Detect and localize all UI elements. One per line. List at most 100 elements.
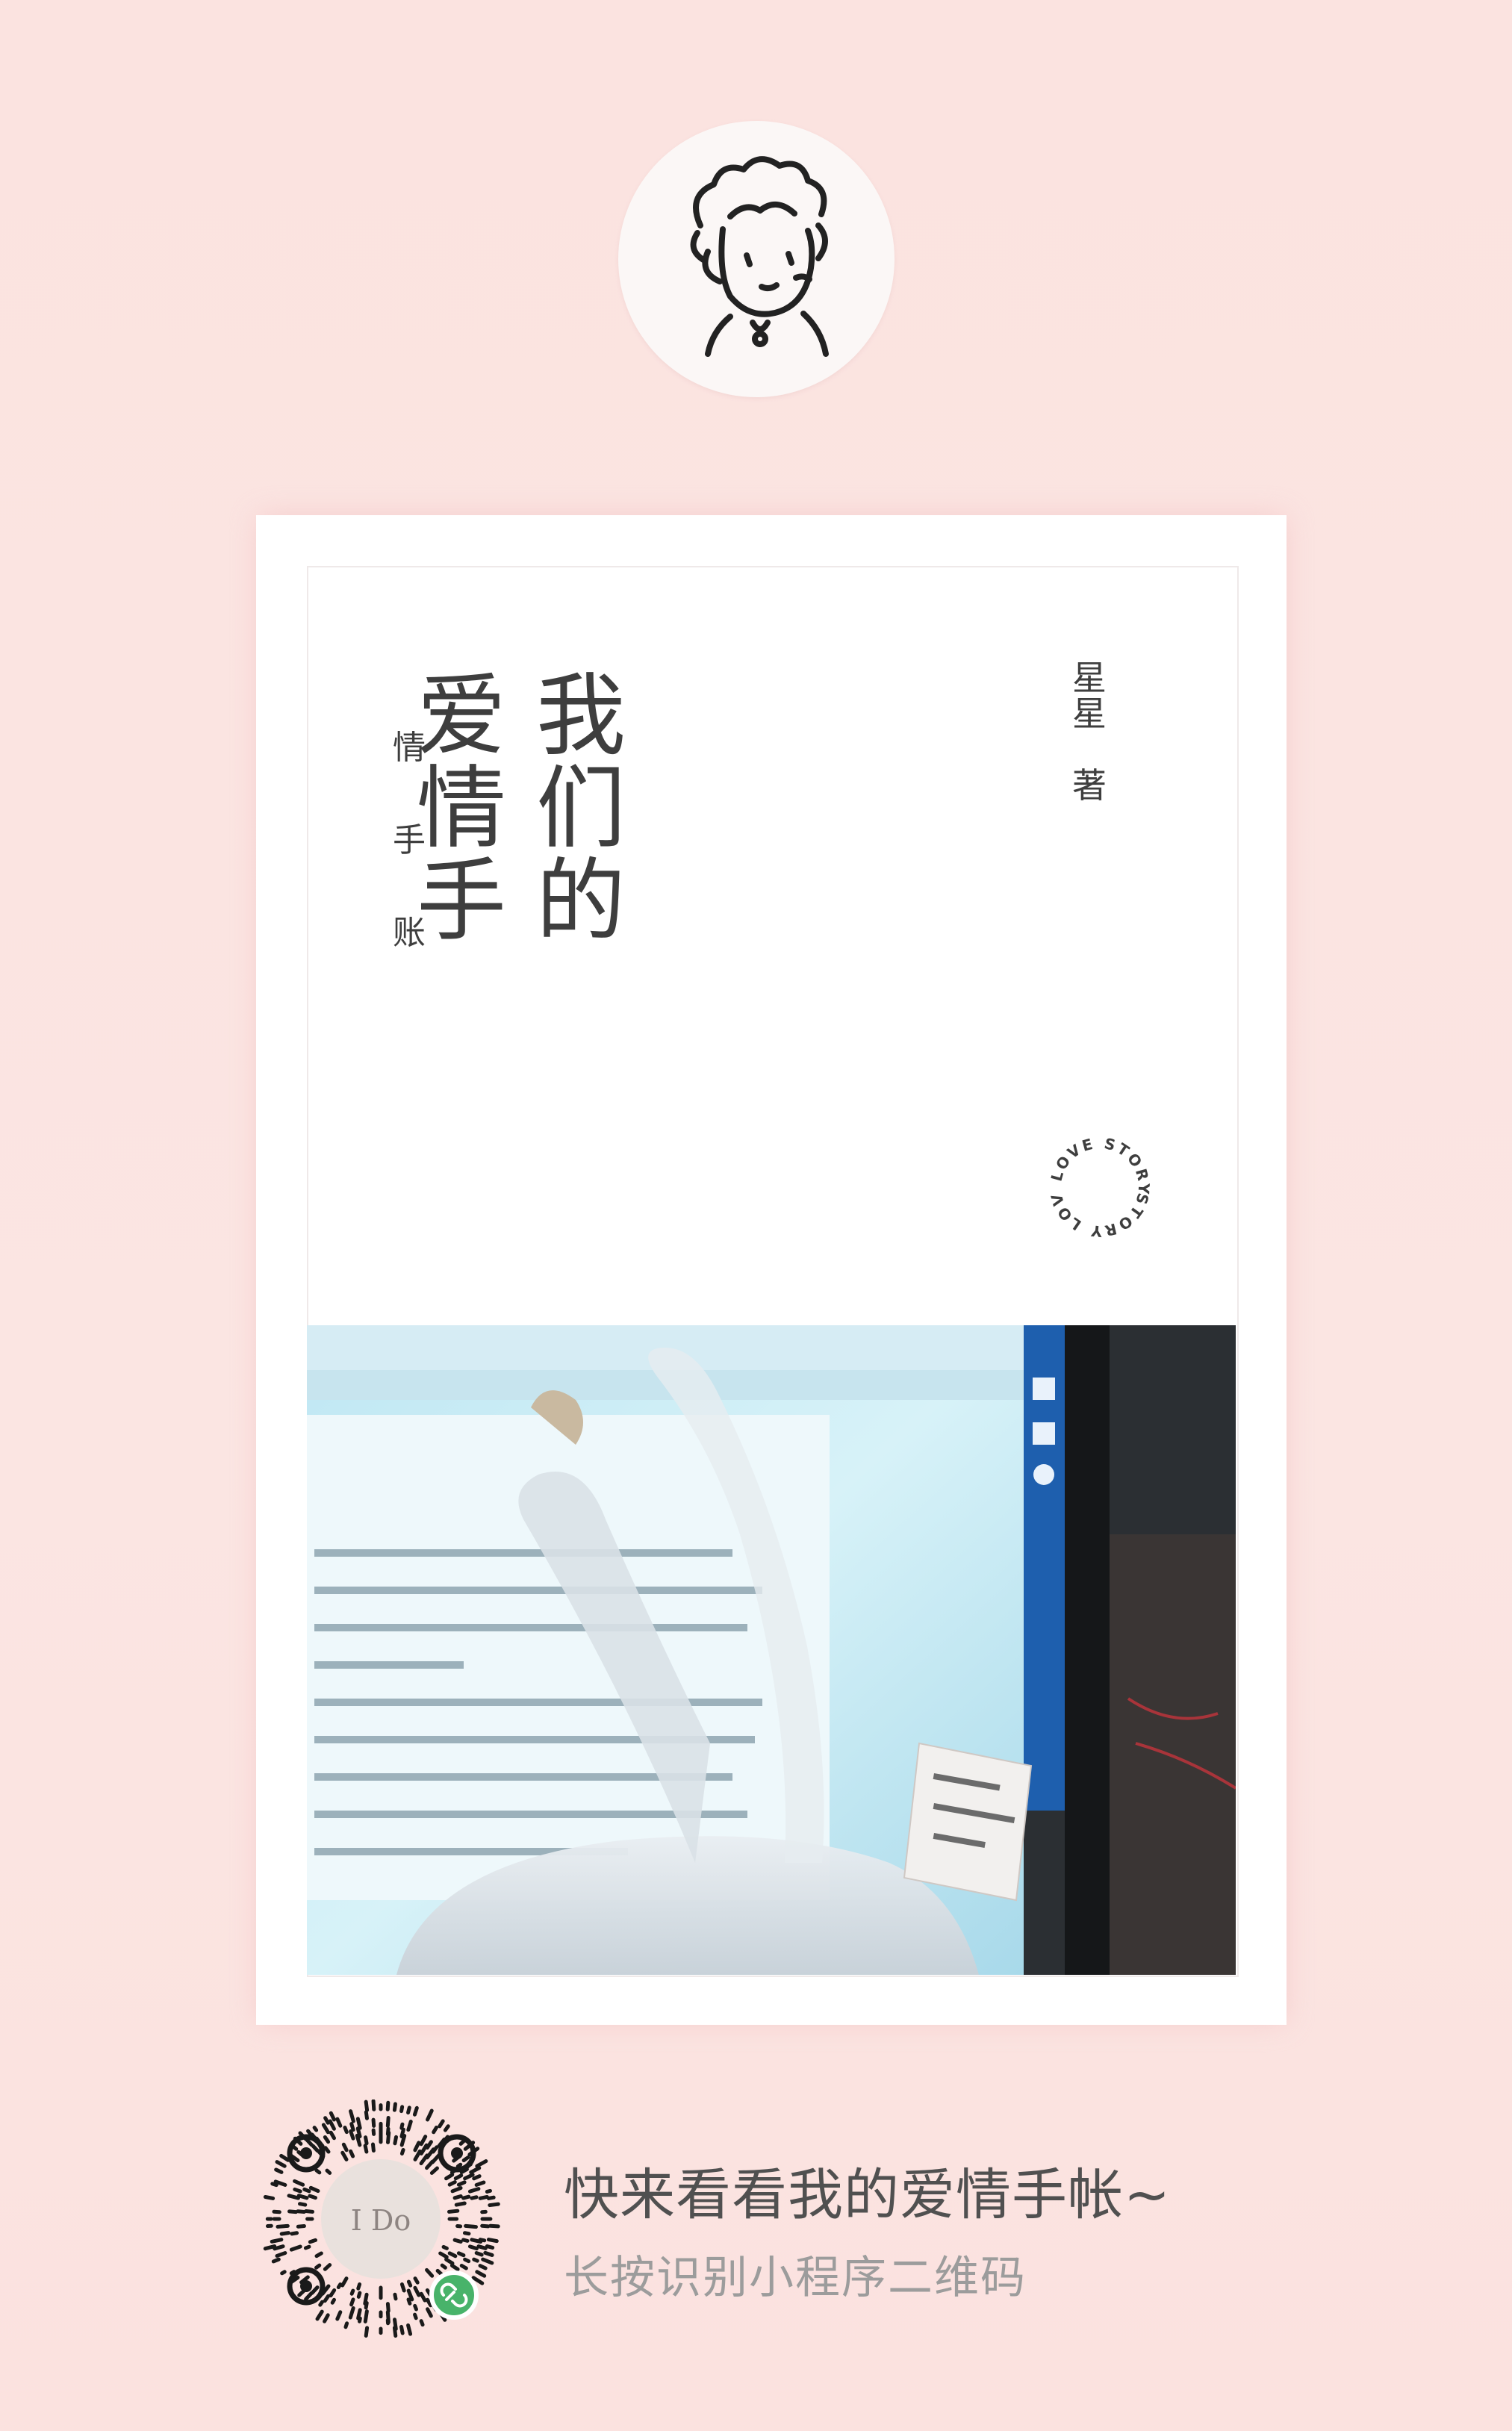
qr-dash <box>308 2238 318 2244</box>
qr-dash <box>413 2303 418 2312</box>
author-char: 星 <box>1072 694 1107 734</box>
qr-dash <box>412 2105 419 2117</box>
qr-dash <box>363 2144 369 2154</box>
qr-dash <box>459 2264 468 2270</box>
qr-dash <box>443 2124 450 2132</box>
qr-dash <box>399 2324 405 2335</box>
qr-dash <box>470 2195 479 2200</box>
qr-dash <box>463 2173 475 2181</box>
book-title-column-1: 我 们 的 <box>532 672 629 950</box>
qr-dash <box>356 2282 362 2291</box>
qr-dash <box>444 2173 455 2181</box>
qr-dash <box>456 2251 466 2258</box>
qr-dash <box>364 2300 369 2310</box>
qr-dash <box>270 2182 279 2188</box>
qr-dash <box>449 2263 460 2271</box>
monitor-and-bag-photo <box>307 1325 1236 1975</box>
book-cover-card[interactable]: 我 们 的 爱 情 手 情 手 账 星 星 著 LOVE STORY STORY… <box>256 515 1287 2025</box>
qr-dash <box>463 2257 471 2264</box>
book-subtitle-column: 情 手 账 <box>391 732 428 1009</box>
qr-dash <box>453 2173 464 2181</box>
link-icon <box>429 2270 479 2320</box>
qr-dash <box>343 2126 349 2135</box>
qr-dash <box>485 2244 495 2250</box>
subtitle-char: 手 <box>393 821 426 859</box>
qr-dash <box>356 2291 362 2299</box>
qr-dash <box>275 2251 287 2258</box>
qr-dash <box>308 2194 318 2200</box>
qr-dash <box>328 2119 336 2131</box>
qr-dash <box>419 2291 427 2303</box>
qr-dash <box>302 2187 311 2194</box>
qr-dash <box>406 2105 411 2115</box>
qr-dash <box>364 2326 370 2338</box>
qr-dash <box>335 2117 343 2128</box>
qr-dash <box>475 2270 487 2278</box>
qr-dash <box>314 2168 322 2175</box>
svg-text:LOVE STORY: LOVE STORY <box>1048 1134 1154 1197</box>
qr-dash <box>323 2313 330 2323</box>
qr-dash <box>293 2179 305 2187</box>
qr-dash <box>426 2108 434 2122</box>
qr-dash <box>272 2209 281 2214</box>
qr-dash <box>399 2127 405 2138</box>
qr-dash <box>355 2117 362 2130</box>
qr-dash <box>314 2263 322 2270</box>
qr-dash <box>341 2142 349 2153</box>
qr-dash <box>406 2279 413 2288</box>
qr-dash <box>393 2292 398 2301</box>
qr-dash <box>371 2100 376 2111</box>
qr-dash <box>476 2244 488 2250</box>
qr-dash <box>406 2323 413 2336</box>
badge-text-top: LOVE STORY <box>1048 1134 1151 1197</box>
qr-dash <box>303 2244 311 2250</box>
qr-dash <box>323 2146 331 2154</box>
avatar[interactable] <box>618 121 895 397</box>
subtitle-char: 情 <box>393 729 426 767</box>
qr-dash <box>310 2285 320 2295</box>
qr-dash <box>296 2224 306 2229</box>
qr-dash <box>440 2263 447 2270</box>
title-char: 的 <box>536 850 626 953</box>
qr-dash <box>298 2202 308 2207</box>
qr-dash <box>478 2238 487 2243</box>
hand-drawn-girl-avatar-icon <box>690 156 829 357</box>
qr-dash <box>329 2288 337 2298</box>
qr-dash <box>357 2316 362 2323</box>
qr-finder-dot <box>451 2147 463 2159</box>
qr-dash <box>340 2276 349 2288</box>
qr-dash <box>329 2111 336 2122</box>
qr-dash <box>429 2166 439 2175</box>
qr-dash <box>293 2187 302 2194</box>
qr-dash <box>486 2238 499 2244</box>
qr-dash <box>364 2135 369 2146</box>
qr-dash <box>425 2267 435 2278</box>
qr-dash <box>336 2282 343 2290</box>
qr-dash <box>413 2276 420 2285</box>
footer-subtitle: 长按识别小程序二维码 <box>564 2252 1027 2304</box>
qr-dash <box>363 2309 369 2323</box>
qr-dash <box>364 2100 370 2112</box>
book-author: 星 星 著 <box>1070 661 1109 806</box>
title-char: 们 <box>536 757 626 861</box>
qr-dash <box>335 2310 343 2321</box>
qr-dash <box>349 2149 355 2158</box>
qr-dash <box>270 2238 284 2244</box>
qr-dash <box>438 2119 445 2129</box>
qr-dash <box>287 2209 298 2214</box>
subtitle-char: 账 <box>393 914 426 952</box>
qr-dash <box>304 2291 314 2301</box>
qr-dash <box>349 2122 355 2132</box>
qr-dash <box>392 2326 398 2338</box>
qr-dash <box>321 2123 330 2135</box>
qr-dash <box>472 2174 482 2181</box>
qr-dash <box>478 2264 488 2270</box>
qr-dash <box>461 2238 470 2243</box>
qr-dash <box>323 2135 331 2144</box>
qr-dash <box>406 2297 412 2306</box>
qr-dash <box>447 2251 458 2259</box>
qr-dash <box>349 2109 355 2123</box>
mini-program-qr-code-icon[interactable]: I Do <box>261 2100 500 2338</box>
qr-dash <box>413 2312 418 2320</box>
qr-dash <box>340 2150 349 2161</box>
